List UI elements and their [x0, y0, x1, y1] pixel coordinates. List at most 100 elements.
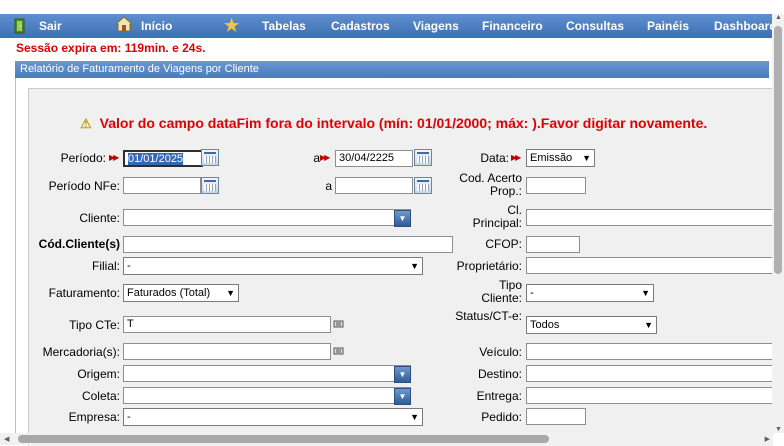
empresa-label: Empresa: — [68, 410, 120, 424]
faturamento-select-value: Faturados (Total) — [127, 287, 211, 299]
chevron-down-icon: ▼ — [398, 370, 407, 379]
vertical-scroll-thumb[interactable] — [774, 26, 782, 274]
cod-cliente-input[interactable] — [123, 236, 453, 253]
cliente-label: Cliente: — [79, 211, 120, 225]
tipo-cte-input[interactable]: T — [123, 316, 331, 333]
menu-inicio[interactable]: Início — [114, 14, 173, 38]
warning-icon: ⚠ — [80, 116, 92, 131]
faturamento-label: Faturamento: — [48, 286, 120, 300]
horizontal-scroll-thumb[interactable] — [18, 435, 549, 443]
chevron-down-icon: ▼ — [398, 392, 407, 401]
menu-dashboard[interactable]: Dashboard — [714, 14, 777, 38]
data-label: Data: — [480, 151, 509, 165]
calendar-icon[interactable] — [414, 149, 432, 166]
chevron-down-icon: ▼ — [410, 261, 419, 271]
destino-label: Destino: — [477, 367, 522, 381]
cliente-dropdown-button[interactable]: ▼ — [394, 210, 411, 227]
status-cte-label: Status/CT-e: — [455, 309, 522, 323]
star-icon: ★ — [224, 16, 240, 35]
menu-viagens[interactable]: Viagens — [413, 14, 459, 38]
cod-acerto-label: Cod. Acerto Prop.: — [459, 171, 522, 198]
chevron-down-icon: ▼ — [410, 412, 419, 422]
data-select-value: Emissão — [530, 152, 573, 164]
periodo-nfe-inicio-input[interactable] — [123, 177, 201, 194]
filial-label: Filial: — [91, 259, 120, 273]
menu-tabelas[interactable]: Tabelas — [262, 14, 306, 38]
tipo-cte-label: Tipo CTe: — [69, 318, 120, 332]
top-menu-bar: Sair Início ★ Tabelas Cadastros Viagens … — [0, 14, 777, 38]
favorites-star[interactable]: ★ — [224, 14, 239, 38]
coleta-label: Coleta: — [81, 389, 120, 403]
periodo-a-label: a — [313, 151, 320, 165]
edit-icon[interactable] — [333, 345, 345, 355]
panel-title: Relatório de Faturamento de Viagens por … — [15, 61, 769, 78]
cod-acerto-input[interactable] — [526, 177, 586, 194]
menu-cadastros[interactable]: Cadastros — [331, 14, 390, 38]
required-arrows-icon: ▶▶ — [511, 153, 521, 162]
status-cte-select[interactable]: Todos ▼ — [526, 316, 657, 334]
faturamento-select[interactable]: Faturados (Total) ▼ — [123, 284, 239, 302]
coleta-dropdown-button[interactable]: ▼ — [394, 388, 411, 405]
required-arrows-icon: ▶▶ — [109, 153, 119, 162]
cfop-label: CFOP: — [485, 237, 522, 251]
cl-principal-input[interactable] — [526, 209, 779, 226]
menu-consultas[interactable]: Consultas — [566, 14, 624, 38]
periodo-nfe-label: Período NFe: — [48, 179, 120, 193]
chevron-down-icon: ▼ — [398, 214, 407, 223]
menu-sair-label: Sair — [39, 19, 62, 33]
filial-select-value: - — [127, 260, 131, 272]
calendar-icon[interactable] — [201, 177, 219, 194]
horizontal-scrollbar[interactable]: ◀ ▶ — [0, 433, 772, 445]
mercadorias-input[interactable] — [123, 343, 331, 360]
menu-paineis[interactable]: Painéis — [647, 14, 689, 38]
cl-principal-label: Cl. Principal: — [472, 203, 522, 230]
mercadorias-label: Mercadoria(s): — [42, 345, 120, 359]
entrega-input[interactable] — [526, 387, 779, 404]
menu-inicio-label: Início — [141, 19, 173, 33]
destino-input[interactable] — [526, 365, 779, 382]
cliente-input[interactable] — [123, 209, 411, 226]
validation-warning: ⚠ Valor do campo dataFim fora do interval… — [80, 115, 707, 132]
veiculo-input[interactable] — [526, 343, 779, 360]
menu-sair[interactable]: Sair — [12, 14, 62, 38]
pedido-label: Pedido: — [481, 410, 522, 424]
empresa-select-value: - — [127, 411, 131, 423]
filial-select[interactable]: - ▼ — [123, 257, 423, 275]
tipo-cliente-label: Tipo Cliente: — [481, 278, 522, 305]
exit-door-icon — [12, 18, 28, 42]
periodo-fim-input[interactable]: 30/04/2225 — [335, 150, 413, 167]
scroll-right-icon[interactable]: ▶ — [765, 435, 770, 443]
calendar-icon[interactable] — [414, 177, 432, 194]
periodo-inicio-value: 01/01/2025 — [128, 153, 184, 165]
tipo-cliente-select-value: - — [530, 287, 534, 299]
edit-icon[interactable] — [333, 318, 345, 328]
warning-text: Valor do campo dataFim fora do intervalo… — [99, 115, 708, 131]
periodo-nfe-a-label: a — [325, 179, 332, 193]
origem-input[interactable] — [123, 365, 411, 382]
empresa-select[interactable]: - ▼ — [123, 408, 423, 426]
scroll-down-icon[interactable]: ▼ — [775, 426, 782, 433]
calendar-icon[interactable] — [201, 149, 219, 166]
scroll-up-icon[interactable]: ▲ — [775, 14, 782, 21]
cfop-input[interactable] — [526, 236, 580, 253]
periodo-label: Período: — [60, 151, 106, 165]
cod-cliente-label: Cód.Cliente(s) — [38, 237, 120, 251]
data-select[interactable]: Emissão ▼ — [526, 149, 595, 167]
menu-financeiro[interactable]: Financeiro — [482, 14, 543, 38]
proprietario-input[interactable] — [526, 257, 779, 274]
periodo-inicio-input[interactable]: 01/01/2025 — [123, 150, 203, 167]
scroll-left-icon[interactable]: ◀ — [4, 435, 9, 443]
pedido-input[interactable] — [526, 408, 586, 425]
coleta-input[interactable] — [123, 387, 411, 404]
chevron-down-icon: ▼ — [644, 320, 653, 330]
vertical-scrollbar[interactable]: ▲ ▼ — [772, 14, 784, 433]
origem-label: Origem: — [77, 367, 120, 381]
tipo-cliente-select[interactable]: - ▼ — [526, 284, 654, 302]
entrega-label: Entrega: — [476, 389, 522, 403]
origem-dropdown-button[interactable]: ▼ — [394, 366, 411, 383]
chevron-down-icon: ▼ — [582, 153, 591, 163]
veiculo-label: Veículo: — [479, 345, 522, 359]
proprietario-label: Proprietário: — [456, 259, 522, 273]
session-timer: Sessão expira em: 119min. e 24s. — [16, 41, 206, 55]
periodo-nfe-fim-input[interactable] — [335, 177, 413, 194]
